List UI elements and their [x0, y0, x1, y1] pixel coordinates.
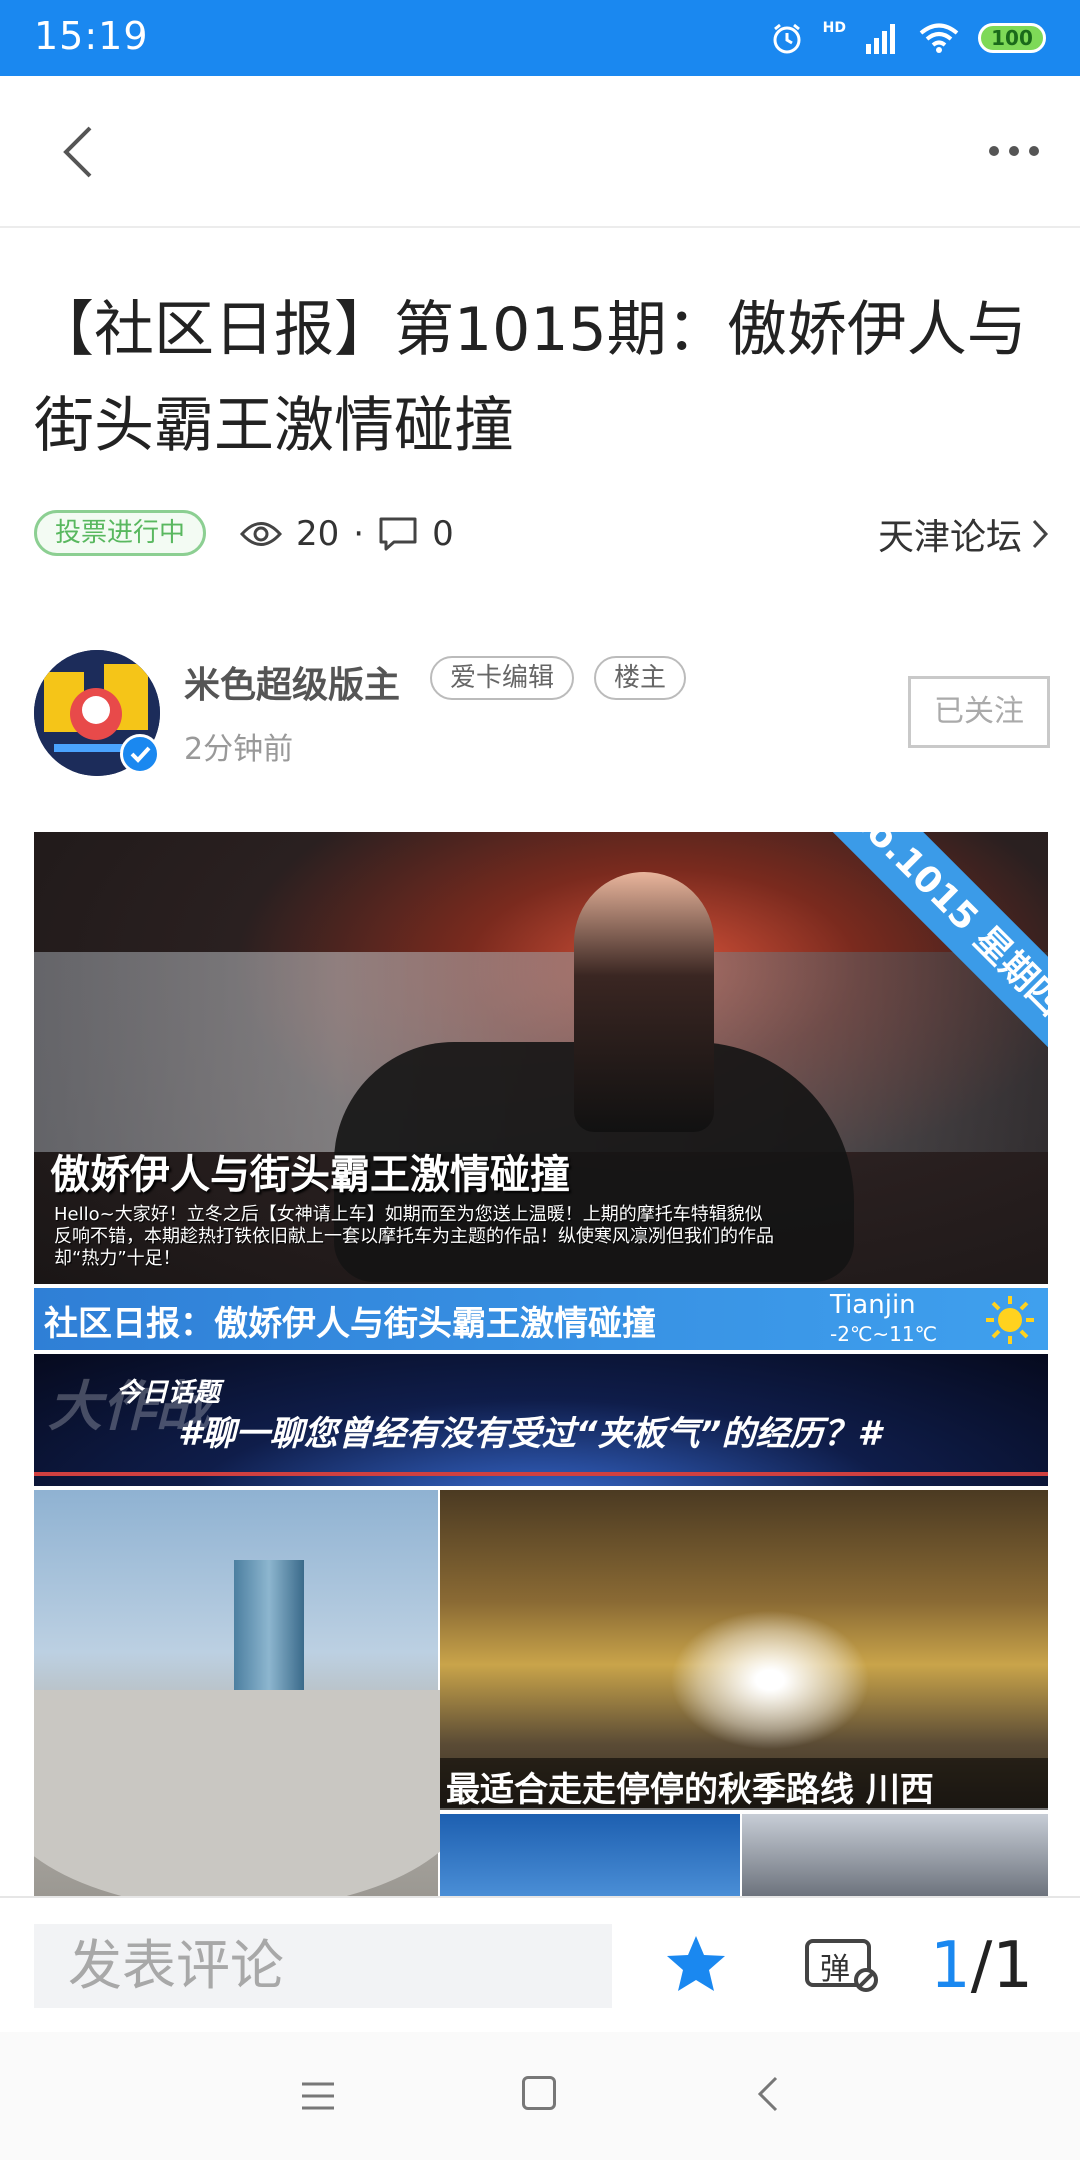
vote-status-badge[interactable]: 投票进行中 — [34, 510, 207, 556]
weather-city: Tianjin — [830, 1290, 916, 1320]
stats-group: 20 · 0 — [240, 508, 454, 560]
battery-icon: 100 — [978, 23, 1046, 53]
view-count: 20 — [296, 514, 340, 554]
hero-description: Hello~大家好！立冬之后【女神请上车】如期而至为您送上温暖！上期的摩托车特辑… — [54, 1204, 774, 1269]
status-time: 15:19 — [34, 14, 149, 58]
page-indicator: 1/1 — [930, 1924, 1033, 2008]
topic-label: 今日话题 — [116, 1378, 221, 1408]
comment-count: 0 — [432, 514, 454, 554]
home-square-icon[interactable] — [522, 2076, 556, 2110]
alarm-icon — [773, 23, 801, 54]
hero-photo: 傲娇伊人与街头霸王激情碰撞 Hello~大家好！立冬之后【女神请上车】如期而至为… — [34, 832, 1048, 1284]
daily-banner: 社区日报：傲娇伊人与街头霸王激情碰撞 Tianjin -2℃~11℃ — [34, 1284, 1048, 1350]
status-bar: 15:19 HD 100 — [0, 0, 1080, 76]
danmu-label: 弹 — [820, 1952, 850, 1987]
top-nav — [0, 76, 1080, 228]
weather-temp: -2℃~11℃ — [830, 1322, 938, 1346]
post-time: 2分钟前 — [184, 732, 294, 767]
system-back-icon[interactable] — [752, 2074, 786, 2114]
photo-caption-text: 最适合走走停停的秋季路线 川西 — [446, 1770, 934, 1810]
sun-icon — [986, 1296, 1034, 1344]
more-horizontal-icon[interactable] — [984, 136, 1044, 166]
comment-bar: 发表评论 弹 1/1 — [0, 1896, 1080, 2032]
network-type-label: HD — [822, 20, 846, 36]
article-title: 【社区日报】第1015期：傲娇伊人与街头霸王激情碰撞 — [34, 295, 1027, 461]
author-tag-owner: 楼主 — [594, 656, 687, 700]
danmu-toggle[interactable]: 弹 — [804, 1936, 880, 1992]
mountain-photo — [742, 1810, 1048, 1896]
page-total: /1 — [970, 1929, 1033, 2003]
menu-icon[interactable] — [300, 2078, 336, 2114]
building-photo — [440, 1810, 740, 1896]
city-photo — [34, 1486, 474, 1896]
topic-divider — [34, 1472, 1048, 1476]
forum-name: 天津论坛 — [877, 517, 1022, 558]
topic-banner: 大作战 今日话题 #聊一聊您曾经有没有受过“夹板气”的经历？# — [34, 1350, 1048, 1486]
wifi-icon — [919, 23, 959, 53]
comment-icon — [379, 517, 417, 551]
topic-text: #聊一聊您曾经有没有受过“夹板气”的经历？# — [178, 1414, 882, 1454]
page-current: 1 — [930, 1929, 971, 2003]
chevron-right-icon — [1032, 519, 1049, 549]
star-icon[interactable] — [664, 1932, 728, 1996]
system-nav-bar — [0, 2032, 1080, 2160]
eye-icon — [240, 522, 282, 546]
daily-banner-text: 社区日报：傲娇伊人与街头霸王激情碰撞 — [44, 1304, 656, 1344]
status-icons: HD 100 — [769, 16, 1046, 60]
rider-shape — [574, 872, 714, 1132]
curved-wall-shape — [34, 1690, 474, 1896]
follow-button[interactable]: 已关注 — [908, 676, 1050, 748]
author-tag-editor: 爱卡编辑 — [430, 656, 575, 700]
chevron-left-icon[interactable] — [52, 122, 112, 182]
photo-caption: 最适合走走停停的秋季路线 川西 — [440, 1758, 1048, 1810]
water-splash-shape — [670, 1610, 870, 1750]
stats-separator: · — [353, 514, 365, 554]
author-name[interactable]: 米色超级版主 — [184, 656, 400, 708]
article-meta: 投票进行中 20 · 0 天津论坛 — [34, 508, 1050, 560]
battery-level: 100 — [991, 26, 1033, 50]
hero-title: 傲娇伊人与街头霸王激情碰撞 — [50, 1152, 570, 1198]
forum-link[interactable]: 天津论坛 — [878, 508, 1050, 560]
signal-icon — [866, 24, 895, 54]
verified-badge-icon — [120, 734, 160, 774]
author-row: 米色超级版主 爱卡编辑 楼主 2分钟前 已关注 — [34, 650, 1050, 776]
comment-input[interactable]: 发表评论 — [34, 1924, 612, 2008]
article-image[interactable]: 傲娇伊人与街头霸王激情碰撞 Hello~大家好！立冬之后【女神请上车】如期而至为… — [34, 832, 1048, 1896]
